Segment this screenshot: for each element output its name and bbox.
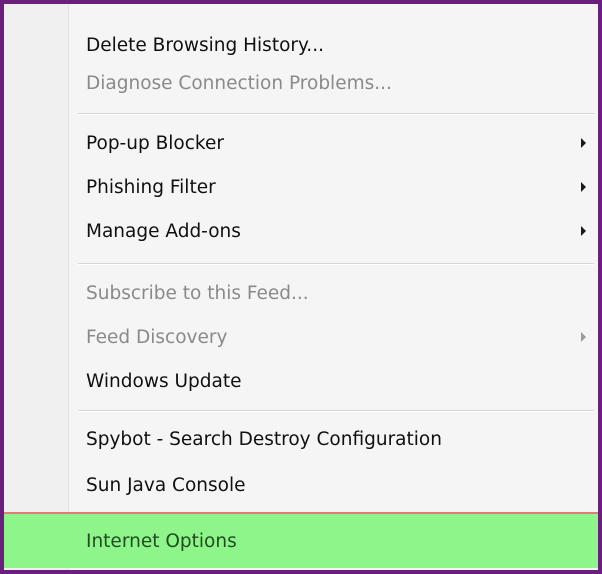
menu-item-sun-java-console[interactable]: Sun Java Console bbox=[4, 466, 598, 504]
menu-item-diagnose-connection-problems: Diagnose Connection Problems... bbox=[4, 64, 598, 102]
menu-item-label: Manage Add-ons bbox=[86, 220, 241, 242]
menu-item-windows-update[interactable]: Windows Update bbox=[4, 362, 598, 400]
menu-separator bbox=[78, 410, 594, 412]
menu-item-phishing-filter[interactable]: Phishing Filter bbox=[4, 168, 598, 206]
menu-item-manage-add-ons[interactable]: Manage Add-ons bbox=[4, 212, 598, 250]
submenu-arrow-icon bbox=[581, 138, 586, 148]
menu-item-delete-browsing-history[interactable]: Delete Browsing History... bbox=[4, 26, 598, 64]
menu-item-popup-blocker[interactable]: Pop-up Blocker bbox=[4, 124, 598, 162]
submenu-arrow-icon bbox=[581, 332, 586, 342]
submenu-arrow-icon bbox=[581, 182, 586, 192]
menu-item-subscribe-to-feed: Subscribe to this Feed... bbox=[4, 274, 598, 312]
tools-context-menu: Delete Browsing History... Diagnose Conn… bbox=[0, 0, 602, 574]
menu-item-label: Sun Java Console bbox=[86, 474, 246, 496]
menu-item-label: Internet Options bbox=[86, 530, 237, 552]
submenu-arrow-icon bbox=[581, 226, 586, 236]
menu-item-spybot-configuration[interactable]: Spybot - Search Destroy Configuration bbox=[4, 420, 598, 458]
menu-item-label: Windows Update bbox=[86, 370, 242, 392]
menu-item-label: Pop-up Blocker bbox=[86, 132, 224, 154]
menu-item-label: Subscribe to this Feed... bbox=[86, 282, 309, 304]
menu-item-label: Diagnose Connection Problems... bbox=[86, 72, 392, 94]
menu-item-label: Delete Browsing History... bbox=[86, 34, 324, 56]
menu-item-internet-options[interactable]: Internet Options bbox=[4, 512, 598, 568]
menu-separator bbox=[78, 263, 594, 265]
menu-item-label: Feed Discovery bbox=[86, 326, 228, 348]
menu-item-feed-discovery: Feed Discovery bbox=[4, 318, 598, 356]
menu-item-label: Phishing Filter bbox=[86, 176, 216, 198]
menu-item-label: Spybot - Search Destroy Configuration bbox=[86, 428, 442, 450]
menu-separator bbox=[78, 113, 594, 115]
